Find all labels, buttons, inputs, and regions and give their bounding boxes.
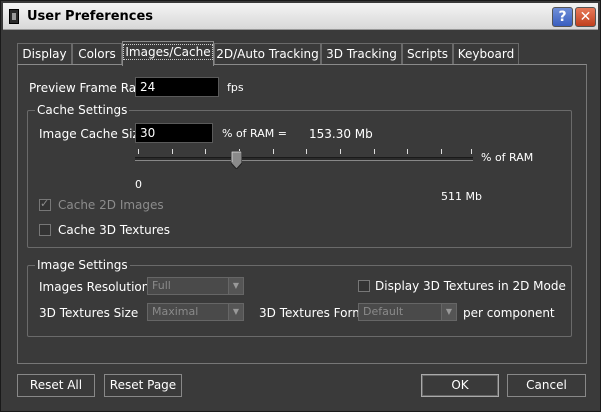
- cache-3d-textures-label: Cache 3D Textures: [58, 223, 171, 237]
- fps-unit-label: fps: [227, 81, 244, 94]
- ok-button[interactable]: OK: [421, 374, 499, 397]
- computed-cache-size: 153.30 Mb: [309, 127, 373, 141]
- display-3d-textures-label: Display 3D Textures in 2D Mode: [375, 279, 566, 293]
- tab-images-cache[interactable]: Images/Cache: [122, 41, 214, 66]
- tab-display[interactable]: Display: [17, 43, 72, 65]
- cache-2d-images-checkbox[interactable]: [39, 197, 51, 211]
- image-cache-size-label: Image Cache Size:: [39, 127, 151, 141]
- window-title: User Preferences: [27, 9, 154, 24]
- tab-2d-auto-tracking[interactable]: 2D/Auto Tracking: [214, 43, 321, 65]
- preview-frame-rate-label: Preview Frame Rate:: [29, 81, 153, 95]
- tab-3d-tracking[interactable]: 3D Tracking: [321, 43, 402, 65]
- chevron-down-icon: ▼: [228, 304, 243, 320]
- 3d-textures-format-select[interactable]: Default ▼: [358, 303, 457, 321]
- help-icon: ?: [558, 9, 567, 25]
- cache-slider-thumb[interactable]: [230, 151, 242, 169]
- slider-min-label: 0: [135, 178, 142, 191]
- slider-unit-label: % of RAM: [481, 151, 534, 164]
- image-cache-size-input[interactable]: 30: [135, 123, 213, 143]
- cache-3d-textures-checkbox[interactable]: [39, 224, 51, 236]
- cache-slider-track[interactable]: [135, 157, 473, 161]
- 3d-textures-size-select[interactable]: Maximal ▼: [147, 303, 244, 321]
- app-icon: [9, 9, 19, 24]
- display-3d-textures-checkbox[interactable]: [358, 280, 370, 292]
- per-component-label: per component: [463, 306, 555, 320]
- cancel-button[interactable]: Cancel: [507, 374, 586, 397]
- images-resolution-select[interactable]: Full ▼: [147, 277, 244, 295]
- close-button[interactable]: ✕: [575, 7, 596, 27]
- 3d-textures-size-label: 3D Textures Size: [39, 306, 139, 320]
- cache-2d-images-label: Cache 2D Images: [58, 198, 164, 212]
- percent-of-ram-label: % of RAM =: [222, 127, 287, 140]
- cache-settings-title: Cache Settings: [35, 103, 130, 117]
- title-bar[interactable]: User Preferences ? ✕: [3, 3, 598, 30]
- tab-colors[interactable]: Colors: [72, 43, 122, 65]
- image-settings-group: [27, 265, 572, 337]
- tab-keyboard[interactable]: Keyboard: [453, 43, 519, 65]
- close-icon: ✕: [579, 9, 592, 25]
- chevron-down-icon: ▼: [441, 304, 456, 320]
- slider-max-label: 511 Mb: [441, 190, 482, 203]
- chevron-down-icon: ▼: [228, 278, 243, 294]
- preview-frame-rate-input[interactable]: 24: [135, 77, 219, 97]
- tab-scripts[interactable]: Scripts: [402, 43, 453, 65]
- preferences-window: User Preferences ? ✕ Display Colors Imag…: [0, 0, 601, 412]
- image-settings-title: Image Settings: [35, 258, 130, 272]
- images-resolution-label: Images Resolution: [39, 280, 150, 294]
- reset-page-button[interactable]: Reset Page: [104, 374, 182, 397]
- reset-all-button[interactable]: Reset All: [17, 374, 95, 397]
- help-button[interactable]: ?: [552, 7, 573, 27]
